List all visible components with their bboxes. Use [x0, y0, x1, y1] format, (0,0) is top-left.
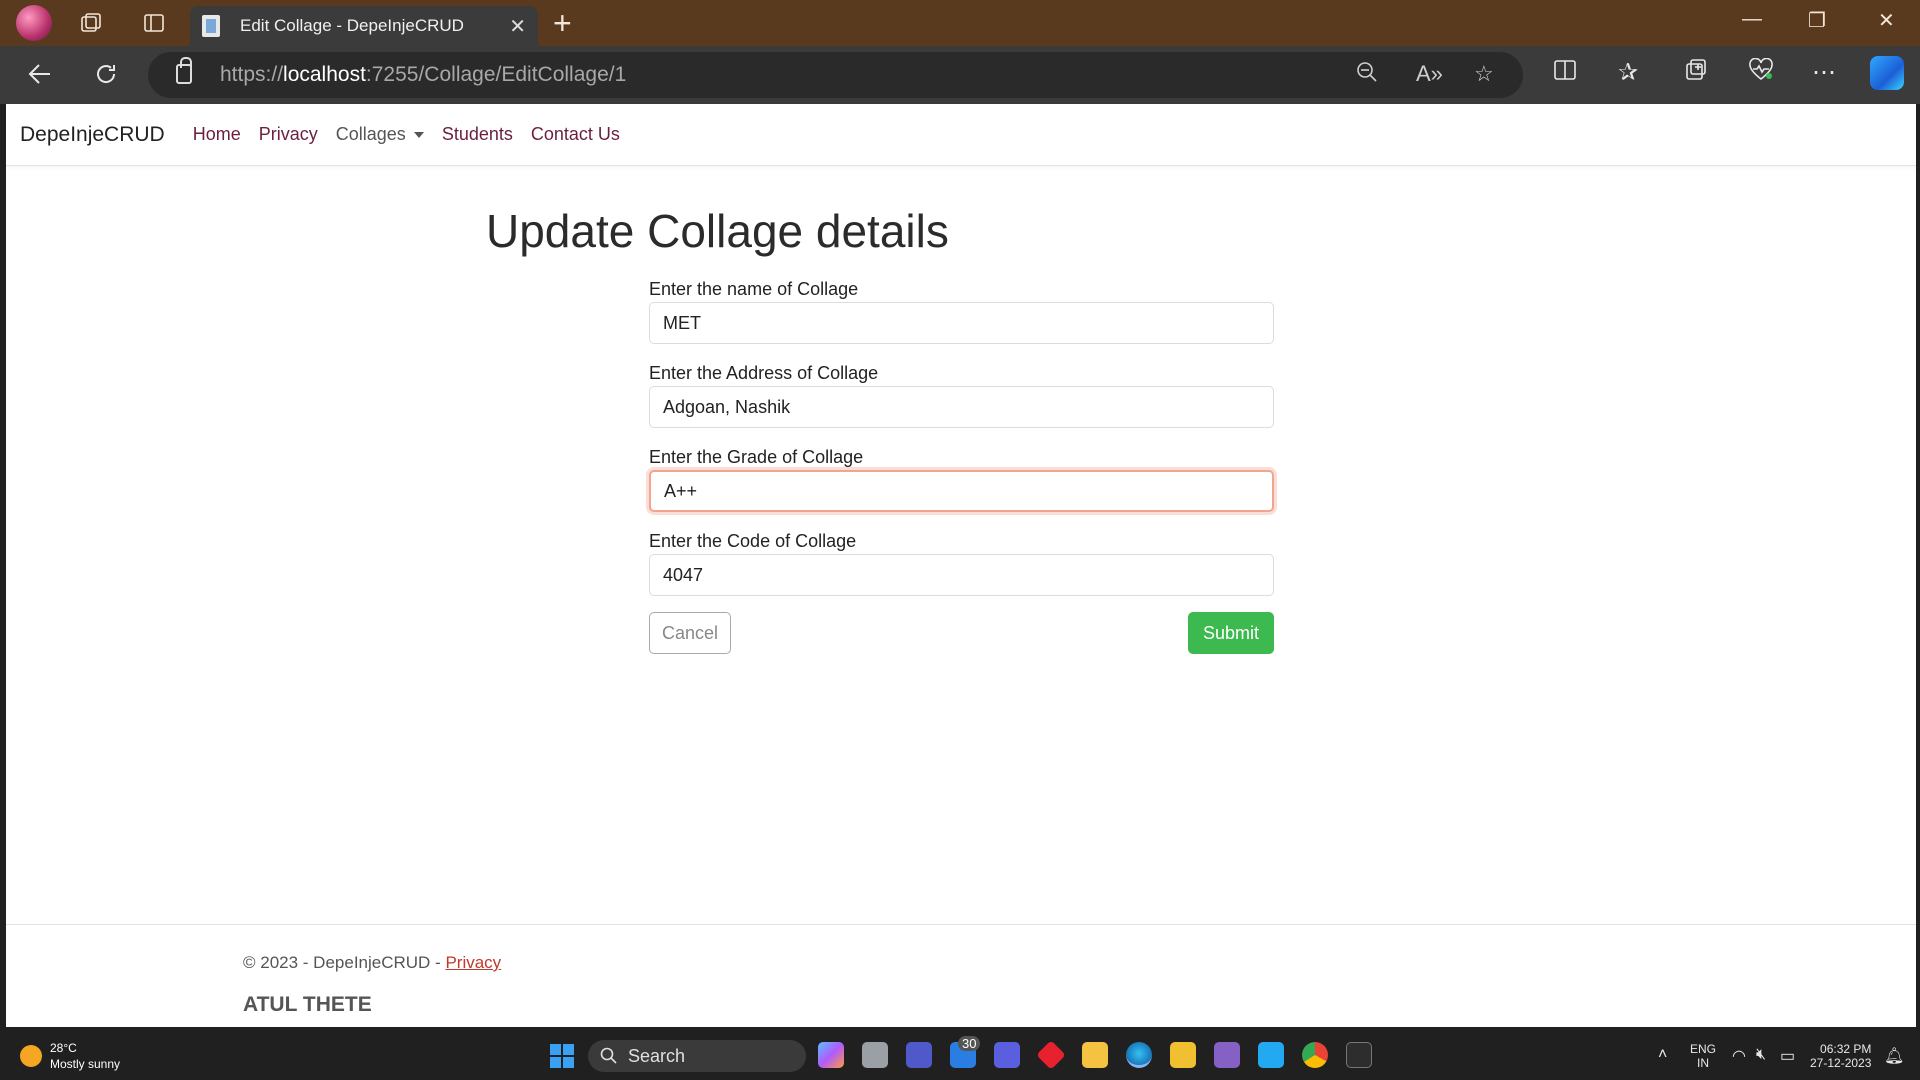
- footer-author: ATUL THETE: [243, 993, 372, 1016]
- notification-bell-icon[interactable]: 🔔︎: [1884, 1046, 1904, 1066]
- tab-title: Edit Collage - DepeInjeCRUD: [240, 16, 464, 35]
- form-actions: Cancel Submit: [649, 612, 1274, 654]
- footer-copyright: © 2023 - DepeInjeCRUD - Privacy: [243, 953, 502, 972]
- url-text[interactable]: https://localhost:7255/Collage/EditColla…: [220, 63, 626, 87]
- nav-link-students[interactable]: Students: [442, 124, 513, 145]
- terminal-app-icon[interactable]: [1346, 1042, 1372, 1068]
- navbar-brand[interactable]: DepeInjeCRUD: [20, 123, 165, 147]
- caret-down-icon: [413, 132, 424, 139]
- git-app-icon[interactable]: [1036, 1040, 1066, 1070]
- nav-link-contact[interactable]: Contact Us: [531, 124, 620, 145]
- grade-input[interactable]: [649, 470, 1274, 512]
- page-favicon-icon: [202, 15, 220, 37]
- favorites-icon[interactable]: ✰: [1618, 58, 1638, 87]
- edit-collage-form: Enter the name of Collage Enter the Addr…: [649, 276, 1274, 654]
- page-title: Update Collage details: [486, 205, 949, 257]
- new-tab-button[interactable]: +: [553, 6, 572, 40]
- teams-app-icon[interactable]: [906, 1042, 932, 1068]
- split-screen-icon[interactable]: [1553, 58, 1577, 89]
- battery-icon[interactable]: ▭: [1780, 1046, 1795, 1066]
- name-label: Enter the name of Collage: [649, 279, 859, 299]
- address-bar[interactable]: https://localhost:7255/Collage/EditColla…: [148, 52, 1523, 98]
- weather-condition: Mostly sunny: [50, 1057, 121, 1071]
- vscode-app-icon[interactable]: [1258, 1042, 1284, 1068]
- search-icon: [600, 1047, 617, 1064]
- folder-app-icon[interactable]: [1082, 1042, 1108, 1068]
- browser-essentials-icon[interactable]: [1748, 57, 1774, 89]
- address-input[interactable]: [649, 386, 1274, 428]
- site-footer: © 2023 - DepeInjeCRUD - Privacy ATUL THE…: [6, 924, 1916, 1027]
- weather-widget[interactable]: 28°C Mostly sunny: [20, 1040, 120, 1072]
- language-indicator[interactable]: ENG IN: [1690, 1042, 1716, 1070]
- volume-muted-icon[interactable]: 🔇︎: [1756, 1046, 1766, 1064]
- code-label: Enter the Code of Collage: [649, 531, 857, 551]
- mail-badge: 30: [958, 1036, 981, 1051]
- profile-avatar[interactable]: [16, 5, 52, 41]
- minimize-icon[interactable]: —: [1742, 8, 1762, 31]
- windows-start-icon[interactable]: [550, 1044, 574, 1068]
- sun-icon: [20, 1045, 42, 1067]
- grade-field-group: Enter the Grade of Collage: [649, 444, 1274, 512]
- wifi-icon[interactable]: ◠: [1732, 1046, 1746, 1066]
- back-arrow-icon[interactable]: [26, 60, 54, 94]
- address-field-group: Enter the Address of Collage: [649, 360, 1274, 428]
- page-viewport: DepeInjeCRUD Home Privacy Collages Stude…: [6, 104, 1916, 1027]
- address-label: Enter the Address of Collage: [649, 363, 879, 383]
- browser-toolbar: https://localhost:7255/Collage/EditColla…: [0, 46, 1920, 104]
- copilot-app-icon[interactable]: [818, 1042, 844, 1068]
- site-navbar: DepeInjeCRUD Home Privacy Collages Stude…: [6, 104, 1916, 166]
- file-manager-app-icon[interactable]: [862, 1042, 888, 1068]
- windows-taskbar: 28°C Mostly sunny Search 30 ˄ ENG IN ◠ 🔇…: [0, 1032, 1920, 1080]
- grade-label: Enter the Grade of Collage: [649, 447, 864, 467]
- code-input[interactable]: [649, 554, 1274, 596]
- weather-temperature: 28°C: [50, 1041, 77, 1055]
- active-tab[interactable]: Edit Collage - DepeInjeCRUD ✕: [190, 6, 538, 46]
- read-aloud-icon[interactable]: A»: [1416, 61, 1443, 87]
- media-app-icon[interactable]: [994, 1042, 1020, 1068]
- nav-dropdown-collages[interactable]: Collages: [336, 124, 424, 145]
- name-field-group: Enter the name of Collage: [649, 276, 1274, 344]
- zoom-out-icon[interactable]: [1356, 61, 1378, 89]
- lock-icon[interactable]: [176, 57, 192, 84]
- copilot-icon[interactable]: [1870, 56, 1904, 90]
- cancel-button[interactable]: Cancel: [649, 612, 731, 654]
- taskbar-search[interactable]: Search: [588, 1040, 806, 1072]
- nav-link-privacy[interactable]: Privacy: [259, 124, 318, 145]
- vertical-tabs-icon[interactable]: [139, 8, 169, 38]
- show-hidden-icons-icon[interactable]: ˄: [1658, 1046, 1667, 1064]
- edge-app-icon[interactable]: [1126, 1042, 1152, 1068]
- name-input[interactable]: [649, 302, 1274, 344]
- submit-button[interactable]: Submit: [1188, 612, 1274, 654]
- tools-app-icon[interactable]: [1170, 1042, 1196, 1068]
- close-tab-icon[interactable]: ✕: [509, 14, 526, 39]
- workspaces-icon[interactable]: [76, 8, 106, 38]
- visual-studio-app-icon[interactable]: [1214, 1042, 1240, 1068]
- more-icon[interactable]: ⋯: [1812, 58, 1836, 87]
- collections-icon[interactable]: [1684, 58, 1708, 89]
- restore-icon[interactable]: ❐: [1808, 8, 1826, 33]
- nav-link-home[interactable]: Home: [193, 124, 241, 145]
- chrome-app-icon[interactable]: [1302, 1042, 1328, 1068]
- refresh-icon[interactable]: [92, 60, 120, 94]
- search-label: Search: [628, 1045, 686, 1066]
- clock[interactable]: 06:32 PM 27-12-2023: [1810, 1042, 1871, 1070]
- star-icon[interactable]: ☆: [1474, 61, 1494, 87]
- browser-title-bar: Edit Collage - DepeInjeCRUD ✕ + — ❐ ✕: [0, 0, 1920, 46]
- close-window-icon[interactable]: ✕: [1878, 8, 1895, 33]
- footer-privacy-link[interactable]: Privacy: [445, 953, 501, 972]
- code-field-group: Enter the Code of Collage: [649, 528, 1274, 596]
